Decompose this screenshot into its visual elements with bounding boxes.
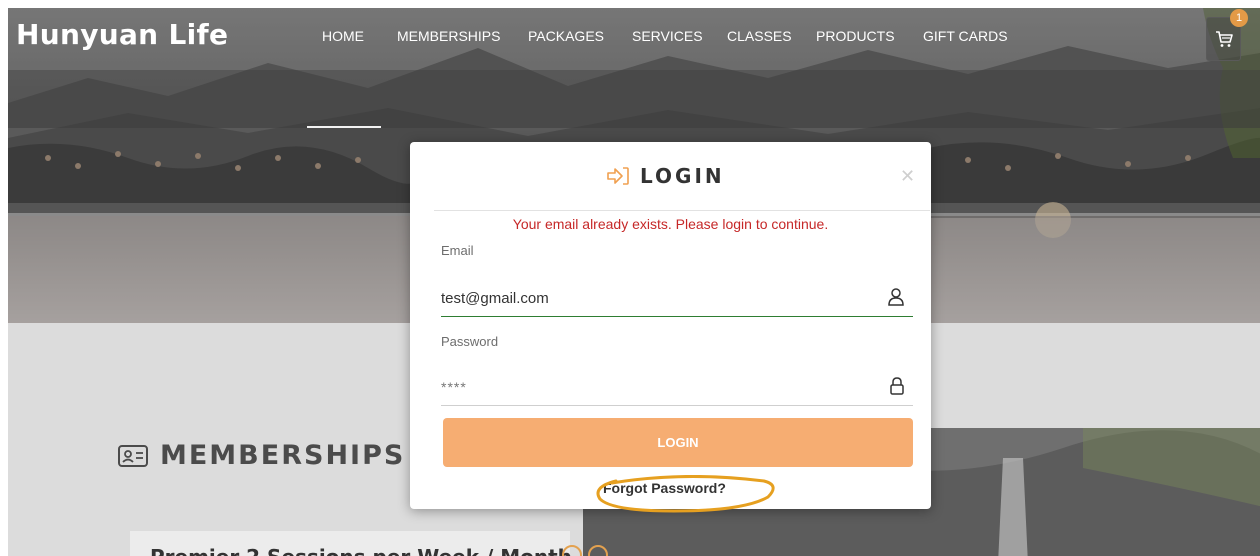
password-field[interactable]: **** [441, 370, 913, 406]
page: Hunyuan Life 1 HOME MEMBERSHIPS PACKAGES… [8, 8, 1260, 556]
login-modal: LOGIN ✕ Your email already exists. Pleas… [410, 142, 931, 509]
email-value[interactable]: test@gmail.com [441, 290, 549, 307]
nav-home[interactable]: HOME [322, 28, 364, 44]
header-divider [434, 210, 930, 211]
password-label: Password [441, 334, 499, 349]
login-button[interactable]: LOGIN [443, 418, 913, 467]
cart-count-badge: 1 [1230, 9, 1248, 27]
error-message: Your email already exists. Please login … [512, 216, 829, 232]
email-label: Email [441, 243, 474, 258]
main-nav [8, 70, 1260, 128]
highlight-circle [596, 475, 775, 513]
modal-title-group: LOGIN [606, 164, 725, 188]
nav-packages[interactable]: PACKAGES [528, 28, 604, 44]
memberships-title: MEMBERSHIPS [160, 440, 406, 471]
email-field[interactable]: test@gmail.com [441, 281, 913, 317]
email-underline [441, 316, 913, 317]
cart-icon [1215, 31, 1233, 47]
password-underline [441, 405, 913, 406]
nav-active-indicator [307, 126, 381, 128]
nav-products[interactable]: PRODUCTS [816, 28, 895, 44]
close-icon[interactable]: ✕ [900, 166, 915, 187]
id-card-icon [118, 444, 148, 467]
password-value[interactable]: **** [441, 379, 467, 395]
memberships-heading: MEMBERSHIPS [118, 440, 405, 471]
login-arrow-icon [607, 167, 629, 185]
lock-icon [890, 377, 904, 395]
modal-title: LOGIN [640, 164, 725, 188]
site-logo[interactable]: Hunyuan Life [16, 18, 228, 51]
user-icon [888, 288, 904, 306]
nav-gift-cards[interactable]: GIFT CARDS [923, 28, 1008, 44]
nav-memberships[interactable]: MEMBERSHIPS [397, 28, 500, 44]
modal-header: LOGIN ✕ [410, 142, 931, 212]
membership-card-title: Premier 2 Sessions per Week / Month [150, 545, 572, 556]
nav-services[interactable]: SERVICES [632, 28, 703, 44]
nav-classes[interactable]: CLASSES [727, 28, 792, 44]
